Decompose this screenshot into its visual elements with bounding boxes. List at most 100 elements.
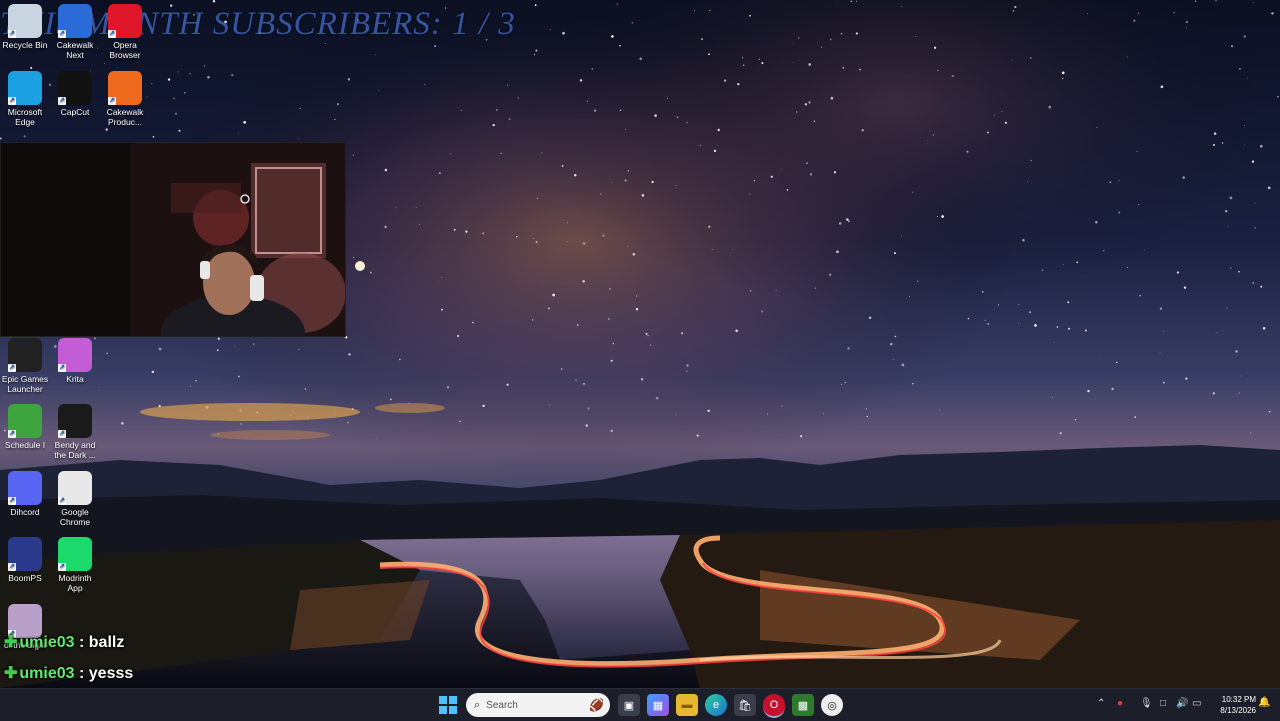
chat-username: umie03 (19, 665, 75, 682)
desktop-icon[interactable]: ↗ BoomPS (0, 537, 50, 583)
shortcut-arrow-icon: ↗ (58, 430, 66, 438)
obs-icon: ◎ (827, 699, 837, 712)
shortcut-arrow-icon: ↗ (8, 497, 16, 505)
desktop-icon-label: Modrinth App (58, 573, 92, 593)
schedule-i-icon: ↗ (8, 404, 42, 438)
network-icon[interactable]: □ (1160, 698, 1166, 709)
shortcut-arrow-icon: ↗ (58, 30, 66, 38)
microphone-icon[interactable]: 🎙 (1140, 698, 1153, 709)
bendy-icon: ↗ (58, 404, 92, 438)
shortcut-arrow-icon: ↗ (58, 364, 66, 372)
taskbar: ⌕ Search 🏈 ▣ ▦ ▬ e 🛍 O ▩ ◎ ⌃ ● 🎙 □ 🔊 ▭ 1… (0, 688, 1280, 721)
minecraft-taskbar-button[interactable]: ▩ (792, 694, 814, 716)
chat-message-text: : yesss (74, 665, 134, 682)
shortcut-arrow-icon: ↗ (58, 497, 66, 505)
edge-icon: e (712, 699, 720, 711)
desktop-icon-label: Microsoft Edge (7, 107, 43, 127)
search-icon: ⌕ (474, 698, 481, 711)
chat-badge-icon: ✚ (4, 634, 18, 651)
opera-icon: O (769, 699, 779, 711)
chat-username: umie03 (19, 634, 75, 651)
boomps-icon: ↗ (8, 537, 42, 571)
battery-icon[interactable]: ▭ (1192, 698, 1201, 709)
notification-bell-icon[interactable]: 🔔 (1258, 697, 1270, 708)
desktop-icon-label: Recycle Bin (2, 40, 48, 50)
desktop-icon[interactable]: ↗ Cakewalk Produc... (100, 71, 150, 127)
volume-icon[interactable]: 🔊 (1176, 698, 1188, 709)
clock-date: 8/13/2026 (1220, 706, 1256, 715)
shortcut-arrow-icon: ↗ (8, 30, 16, 38)
clock-time: 10:32 PM (1221, 695, 1256, 704)
shortcut-arrow-icon: ↗ (8, 97, 16, 105)
shortcut-arrow-icon: ↗ (8, 430, 16, 438)
task-view-button[interactable]: ▣ (618, 694, 640, 716)
opera-taskbar-button[interactable]: O (763, 694, 785, 718)
desktop-icon[interactable]: ↗ Epic Games Launcher (0, 338, 50, 394)
edge-taskbar-button[interactable]: e (705, 694, 727, 716)
shortcut-arrow-icon: ↗ (8, 364, 16, 372)
widgets-icon: ▦ (652, 699, 664, 712)
tray-overflow-chevron-icon[interactable]: ⌃ (1097, 698, 1105, 709)
chrome-icon: ↗ (58, 471, 92, 505)
desktop-icon-label: Google Chrome (59, 507, 91, 527)
tray-app-icon[interactable]: ● (1117, 698, 1123, 709)
capcut-icon: ↗ (58, 71, 92, 105)
desktop-icon[interactable]: ↗ Recycle Bin (0, 4, 50, 50)
cakewalk-producer-icon: ↗ (108, 71, 142, 105)
desktop-icon-label: Cakewalk Next (56, 40, 94, 60)
edge-icon: ↗ (8, 71, 42, 105)
webcam-feed (1, 143, 345, 336)
desktop-icon[interactable]: ↗ Cakewalk Next (50, 4, 100, 60)
desktop-icon[interactable]: ↗ Dihcord (0, 471, 50, 517)
desktop-icon-label: Cakewalk Produc... (106, 107, 144, 127)
windows-logo-icon (439, 696, 457, 714)
desktop-icon[interactable]: ↗ Krita (50, 338, 100, 384)
search-highlight-icon: 🏈 (589, 698, 604, 712)
system-clock[interactable]: 10:32 PM 8/13/2026 (1208, 694, 1256, 716)
desktop-icon[interactable]: ↗ Bendy and the Dark ... (50, 404, 100, 460)
desktop-icon[interactable]: ↗ Modrinth App (50, 537, 100, 593)
file-explorer-button[interactable]: ▬ (676, 694, 698, 716)
krita-icon: ↗ (58, 338, 92, 372)
desktop-icon-label: CapCut (60, 107, 90, 117)
shortcut-arrow-icon: ↗ (58, 97, 66, 105)
chat-message-text: : ballz (74, 634, 125, 651)
desktop-icon-label: BoomPS (8, 573, 42, 583)
opera-icon: ↗ (108, 4, 142, 38)
desktop-icon[interactable]: ↗ Opera Browser (100, 4, 150, 60)
desktop-icon[interactable]: ↗ CapCut (50, 71, 100, 117)
taskbar-search[interactable]: ⌕ Search 🏈 (466, 693, 610, 717)
recycle-bin-icon: ↗ (8, 4, 42, 38)
obs-taskbar-button[interactable]: ◎ (821, 694, 843, 716)
desktop-icon[interactable]: ↗ Google Chrome (50, 471, 100, 527)
search-placeholder: Search (486, 699, 518, 711)
desktop-icon-label: Dihcord (10, 507, 40, 517)
modrinth-icon: ↗ (58, 537, 92, 571)
shortcut-arrow-icon: ↗ (58, 563, 66, 571)
shortcut-arrow-icon: ↗ (108, 30, 116, 38)
minecraft-icon: ▩ (797, 699, 809, 712)
desktop-icon-label: Schedule I (4, 440, 46, 450)
chat-badge-icon: ✚ (4, 665, 18, 682)
desktop-icon-label: Krita (66, 374, 84, 384)
desktop-icon[interactable]: ↗ Schedule I (0, 404, 50, 450)
shortcut-arrow-icon: ↗ (8, 563, 16, 571)
chat-message: ✚ umie03 : ballz (4, 632, 124, 652)
store-button[interactable]: 🛍 (734, 694, 756, 716)
desktop-icon-label: Bendy and the Dark ... (54, 440, 96, 460)
folder-icon: ▬ (681, 699, 693, 711)
desktop-icon[interactable]: ↗ Microsoft Edge (0, 71, 50, 127)
chat-message: ✚ umie03 : yesss (4, 663, 133, 683)
webcam-overlay (0, 142, 346, 337)
task-view-icon: ▣ (623, 699, 635, 712)
cakewalk-next-icon: ↗ (58, 4, 92, 38)
desktop-icon-label: Epic Games Launcher (1, 374, 49, 394)
desktop-wallpaper (0, 0, 1280, 688)
store-icon: 🛍 (738, 699, 752, 712)
widgets-button[interactable]: ▦ (647, 694, 669, 716)
shortcut-arrow-icon: ↗ (108, 97, 116, 105)
discord-icon: ↗ (8, 471, 42, 505)
start-button[interactable] (437, 694, 459, 716)
desktop-icon-label: Opera Browser (109, 40, 141, 60)
epic-games-icon: ↗ (8, 338, 42, 372)
